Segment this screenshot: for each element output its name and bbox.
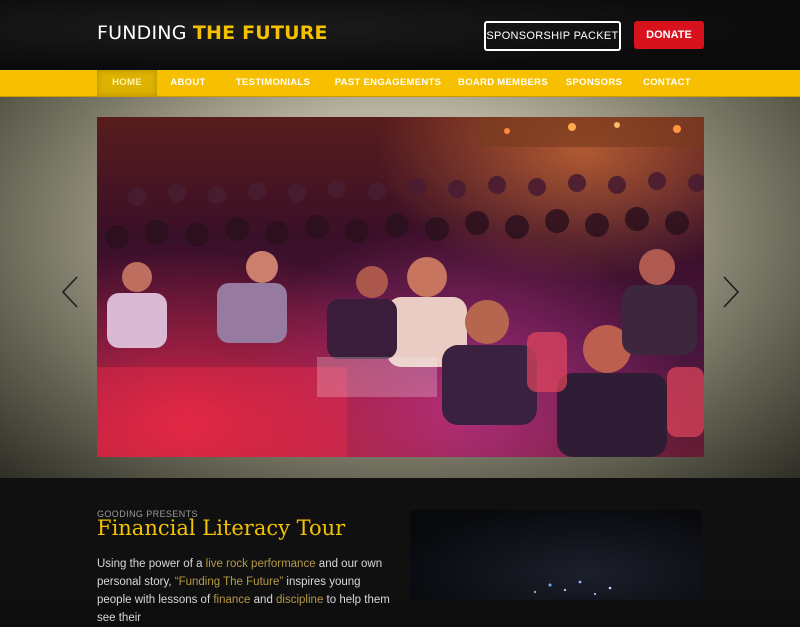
concert-lights-illustration — [533, 580, 612, 596]
site-logo[interactable]: FUNDING THE FUTURE — [97, 22, 328, 44]
link-finance[interactable]: finance — [213, 594, 250, 606]
section-title: Financial Literacy Tour — [97, 516, 346, 540]
donate-button[interactable]: DONATE — [634, 21, 704, 49]
slider-prev-button[interactable] — [59, 275, 83, 309]
hero-slide-image — [97, 117, 704, 457]
nav-item-about[interactable]: ABOUT — [160, 70, 216, 96]
chevron-left-icon — [61, 276, 78, 308]
slider-next-button[interactable] — [718, 275, 742, 309]
sponsorship-packet-button[interactable]: SPONSORSHIP PACKET — [484, 21, 621, 51]
brand-prefix: FUNDING — [97, 22, 187, 44]
link-live-rock-performance[interactable]: live rock performance — [206, 558, 316, 570]
nav-item-contact[interactable]: CONTACT — [638, 70, 696, 96]
site-header: FUNDING THE FUTURE SPONSORSHIP PACKET DO… — [0, 0, 800, 70]
nav-item-past-engagements[interactable]: PAST ENGAGEMENTS — [333, 70, 443, 96]
audience-photo-illustration — [97, 117, 704, 457]
paragraph-text: and — [250, 594, 277, 606]
paragraph-text: Using the power of a — [97, 558, 206, 570]
nav-item-home[interactable]: HOME — [97, 70, 157, 96]
nav-item-testimonials[interactable]: TESTIMONIALS — [230, 70, 316, 96]
nav-item-sponsors[interactable]: SPONSORS — [563, 70, 625, 96]
link-funding-the-future[interactable]: “Funding The Future” — [175, 576, 283, 588]
link-discipline[interactable]: discipline — [276, 594, 323, 606]
nav-item-board-members[interactable]: BOARD MEMBERS — [458, 70, 548, 96]
chevron-right-icon — [723, 276, 740, 308]
intro-paragraph: Using the power of a live rock performan… — [97, 555, 397, 627]
concert-video-thumbnail[interactable] — [410, 510, 702, 600]
main-nav: HOME ABOUT TESTIMONIALS PAST ENGAGEMENTS… — [0, 70, 800, 97]
brand-accent: THE FUTURE — [192, 22, 328, 44]
